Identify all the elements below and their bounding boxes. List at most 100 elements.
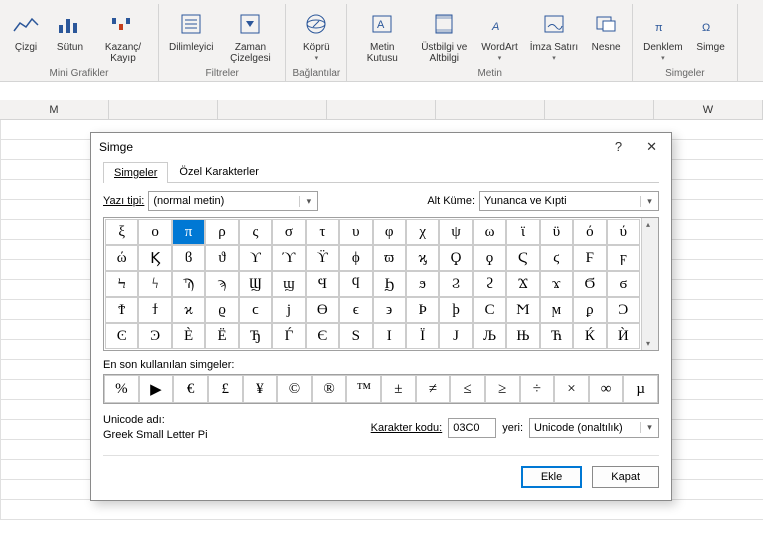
ribbon-button[interactable]: Çizgi [6, 6, 46, 55]
close-icon[interactable]: ✕ [640, 137, 663, 157]
symbol-cell[interactable]: Є [306, 323, 339, 349]
symbol-cell[interactable]: Ϝ [573, 245, 606, 271]
recent-symbol-cell[interactable]: ≥ [485, 375, 520, 403]
recent-symbol-cell[interactable]: ∞ [589, 375, 624, 403]
ribbon-button[interactable]: Köprü [296, 6, 336, 66]
symbol-cell[interactable]: Ћ [540, 323, 573, 349]
symbol-cell[interactable]: Ѓ [272, 323, 305, 349]
column-header[interactable] [545, 100, 654, 120]
insert-button[interactable]: Ekle [521, 466, 582, 488]
symbol-cell[interactable]: ϖ [373, 245, 406, 271]
symbol-cell[interactable]: π [172, 219, 205, 245]
symbol-cell[interactable]: ϧ [406, 271, 439, 297]
column-header[interactable] [109, 100, 218, 120]
ribbon-button[interactable]: πDenklem [639, 6, 686, 66]
recent-symbol-cell[interactable]: © [277, 375, 312, 403]
symbol-cell[interactable]: Ї [406, 323, 439, 349]
symbol-cell[interactable]: ύ [607, 219, 640, 245]
symbol-cell[interactable]: ψ [439, 219, 472, 245]
symbol-cell[interactable]: Љ [473, 323, 506, 349]
symbol-cell[interactable]: Њ [506, 323, 539, 349]
tab-symbols[interactable]: Simgeler [103, 162, 168, 183]
symbol-cell[interactable]: Ϧ [373, 271, 406, 297]
symbol-cell[interactable]: ϯ [138, 297, 171, 323]
recent-symbol-cell[interactable]: ® [312, 375, 347, 403]
symbol-cell[interactable]: ϭ [607, 271, 640, 297]
symbol-cell[interactable]: Ѕ [339, 323, 372, 349]
from-combobox[interactable]: Unicode (onaltılık) ▾ [529, 418, 659, 438]
symbol-cell[interactable]: ϋ [540, 219, 573, 245]
symbol-cell[interactable]: ϒ [239, 245, 272, 271]
subset-combobox[interactable]: Yunanca ve Kıpti ▾ [479, 191, 659, 211]
symbol-cell[interactable]: Ϣ [239, 271, 272, 297]
symbol-cell[interactable]: ϲ [239, 297, 272, 323]
ribbon-button[interactable]: Zaman Çizelgesi [221, 6, 279, 66]
symbol-cell[interactable]: Ϫ [506, 271, 539, 297]
symbol-cell[interactable]: φ [373, 219, 406, 245]
symbol-cell[interactable]: Ͼ [105, 323, 138, 349]
symbol-cell[interactable]: Ͻ [607, 297, 640, 323]
symbol-cell[interactable]: ϰ [172, 297, 205, 323]
symbol-cell[interactable]: τ [306, 219, 339, 245]
sheet-row[interactable] [0, 500, 763, 520]
ribbon-button[interactable]: AWordArt [477, 6, 522, 66]
recent-symbol-cell[interactable]: £ [208, 375, 243, 403]
symbol-cell[interactable]: Ѐ [172, 323, 205, 349]
recent-symbol-cell[interactable]: ▶ [139, 375, 174, 403]
symbol-cell[interactable]: ϟ [138, 271, 171, 297]
symbol-cell[interactable]: ϔ [306, 245, 339, 271]
symbol-cell[interactable]: ϵ [339, 297, 372, 323]
recent-symbol-cell[interactable]: ≠ [416, 375, 451, 403]
symbol-cell[interactable]: ϕ [339, 245, 372, 271]
symbol-cell[interactable]: Ϗ [138, 245, 171, 271]
symbol-cell[interactable]: Ϩ [439, 271, 472, 297]
column-header[interactable]: W [654, 100, 763, 120]
symbol-cell[interactable]: ϩ [473, 271, 506, 297]
symbol-cell[interactable]: ώ [105, 245, 138, 271]
symbol-cell[interactable]: Ϻ [506, 297, 539, 323]
symbol-cell[interactable]: υ [339, 219, 372, 245]
symbol-cell[interactable]: Ϥ [306, 271, 339, 297]
symbol-cell[interactable]: ϴ [306, 297, 339, 323]
symbol-cell[interactable]: І [373, 323, 406, 349]
ribbon-button[interactable]: İmza Satırı [526, 6, 582, 66]
symbol-cell[interactable]: σ [272, 219, 305, 245]
help-button[interactable]: ? [609, 137, 628, 157]
symbol-cell[interactable]: χ [406, 219, 439, 245]
symbol-cell[interactable]: Ё [205, 323, 238, 349]
symbol-cell[interactable]: Ќ [573, 323, 606, 349]
recent-symbol-cell[interactable]: µ [623, 375, 658, 403]
symbol-cell[interactable]: ξ [105, 219, 138, 245]
ribbon-button[interactable]: ΩSimge [691, 6, 731, 55]
column-header[interactable] [327, 100, 436, 120]
symbol-cell[interactable]: Ϭ [573, 271, 606, 297]
symbol-cell[interactable]: Ђ [239, 323, 272, 349]
tab-special[interactable]: Özel Karakterler [168, 161, 269, 182]
symbol-cell[interactable]: Ͽ [138, 323, 171, 349]
recent-symbol-cell[interactable]: × [554, 375, 589, 403]
symbol-cell[interactable]: Ϛ [506, 245, 539, 271]
ribbon-button[interactable]: Kazanç/ Kayıp [94, 6, 152, 66]
close-button[interactable]: Kapat [592, 466, 659, 488]
recent-symbol-cell[interactable]: % [104, 375, 139, 403]
ribbon-button[interactable]: Üstbilgi ve Altbilgi [415, 6, 473, 66]
ribbon-button[interactable]: AMetin Kutusu [353, 6, 411, 66]
recent-symbol-cell[interactable]: ¥ [243, 375, 278, 403]
ribbon-button[interactable]: Sütun [50, 6, 90, 55]
symbol-cell[interactable]: Ϟ [105, 271, 138, 297]
symbol-cell[interactable]: Ϯ [105, 297, 138, 323]
symbol-cell[interactable]: ϐ [172, 245, 205, 271]
recent-symbol-cell[interactable]: ≤ [450, 375, 485, 403]
column-header[interactable] [436, 100, 545, 120]
column-header[interactable] [218, 100, 327, 120]
symbol-cell[interactable]: ρ [205, 219, 238, 245]
scrollbar[interactable] [641, 218, 658, 350]
font-combobox[interactable]: (normal metin) ▾ [148, 191, 318, 211]
ribbon-button[interactable]: Nesne [586, 6, 626, 55]
symbol-cell[interactable]: ϳ [272, 297, 305, 323]
symbol-cell[interactable]: ϑ [205, 245, 238, 271]
symbol-cell[interactable]: Ј [439, 323, 472, 349]
ribbon-button[interactable]: Dilimleyici [165, 6, 217, 55]
symbol-cell[interactable]: ό [573, 219, 606, 245]
symbol-cell[interactable]: ϶ [373, 297, 406, 323]
